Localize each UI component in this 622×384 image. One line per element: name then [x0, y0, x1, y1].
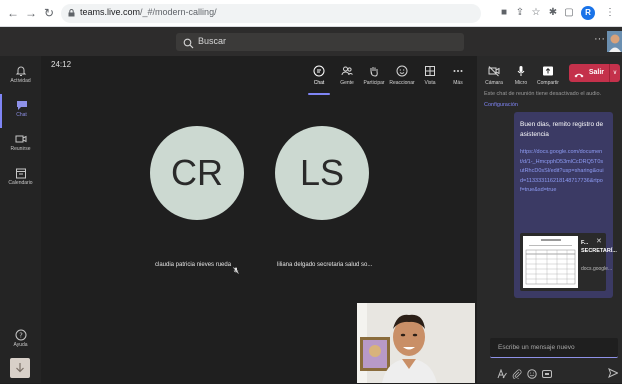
app-rail: Actividad Chat Reunirse Calendario ? Ayu… — [0, 56, 41, 383]
chat-notice: Este chat de reunión tiene desactivado e… — [484, 91, 602, 97]
message-link[interactable]: https://docs.google.com/document/d/1-_Hm… — [520, 148, 604, 196]
react-button[interactable]: Reaccionar — [388, 64, 416, 86]
browser-menu-icon[interactable]: ⋮ — [603, 6, 617, 20]
rail-item-label: Reunirse — [10, 146, 31, 152]
view-button[interactable]: Vista — [416, 64, 444, 86]
bell-icon — [15, 64, 27, 76]
camera-off-icon — [488, 64, 500, 77]
self-video-preview — [357, 303, 475, 383]
url-path: /_#/modern-calling/ — [140, 7, 217, 17]
help-icon: ? — [15, 328, 27, 341]
rail-item-calendar[interactable]: Calendario — [0, 162, 41, 196]
rail-item-chat[interactable]: Chat — [0, 94, 41, 128]
control-label: Más — [453, 80, 463, 86]
grid-icon — [424, 64, 436, 76]
address-bar[interactable]: teams.live.com/_#/modern-calling/ — [61, 4, 481, 23]
svg-text:?: ? — [19, 332, 23, 340]
control-label: Cámara — [485, 80, 503, 86]
leave-options-button[interactable]: ∨ — [609, 64, 620, 82]
format-icon[interactable] — [497, 366, 507, 379]
control-label: Participar — [363, 80, 385, 86]
rail-item-meet[interactable]: Reunirse — [0, 128, 41, 162]
rail-item-label: Chat — [16, 112, 27, 118]
people-icon — [341, 64, 353, 76]
chat-icon — [16, 98, 28, 110]
send-icon[interactable] — [608, 365, 619, 378]
participant-name: liliana delgado secretaria salud so... — [277, 262, 373, 268]
lock-icon — [68, 9, 75, 17]
message-text: Buen dias, remito registro de asistencia — [520, 121, 604, 138]
message-compose-input[interactable]: Escribe un mensaje nuevo — [490, 338, 618, 358]
control-label: Vista — [424, 80, 436, 86]
reload-icon[interactable]: ↻ — [42, 6, 56, 20]
download-app-icon[interactable] — [10, 358, 30, 378]
call-timer: 24:12 — [51, 60, 72, 69]
search-icon — [183, 36, 194, 49]
chat-panel: Cámara Micro Compartir Salir ∨ Este chat… — [477, 56, 622, 383]
profile-avatar[interactable]: R — [581, 6, 595, 20]
attach-icon[interactable] — [512, 366, 522, 380]
share-screen-icon — [542, 64, 554, 76]
chevron-down-icon: ∨ — [612, 70, 618, 76]
user-avatar[interactable] — [607, 31, 622, 52]
share-screen-button[interactable]: Compartir — [535, 64, 561, 86]
attachment-source: docs.google... — [581, 266, 613, 272]
emoji-icon[interactable] — [527, 366, 537, 379]
rail-item-label: Calendario — [8, 180, 33, 186]
more-options-icon[interactable]: ··· — [594, 33, 605, 45]
control-label: Micro — [514, 80, 528, 86]
control-label: Chat — [313, 80, 325, 86]
microphone-icon — [515, 64, 527, 76]
teams-header: Buscar ··· — [0, 27, 622, 56]
back-arrow-icon[interactable]: ← — [6, 6, 20, 20]
mic-muted-icon — [233, 261, 239, 274]
calendar-icon — [15, 166, 27, 179]
participant-name: claudia patricia nieves rueda — [155, 262, 232, 268]
rail-item-label: Ayuda — [13, 342, 28, 348]
hang-up-icon — [574, 69, 584, 78]
more-button[interactable]: Más — [444, 64, 472, 86]
chat-toggle-button[interactable]: Chat — [305, 64, 333, 86]
settings-link[interactable]: Configuración — [484, 102, 518, 108]
chat-message: Buen dias, remito registro de asistencia… — [514, 112, 617, 298]
forward-arrow-icon[interactable]: → — [24, 6, 38, 20]
rail-item-help[interactable]: ? Ayuda — [0, 324, 41, 358]
rail-item-activity[interactable]: Actividad — [0, 60, 41, 94]
bookmark-star-icon[interactable]: ☆ — [529, 6, 543, 20]
leave-label: Salir — [588, 69, 604, 76]
camera-blocked-icon[interactable]: ■ — [497, 6, 511, 20]
share-icon[interactable]: ⇪ — [513, 6, 527, 20]
close-icon[interactable]: ✕ — [596, 237, 602, 245]
compose-placeholder: Escribe un mensaje nuevo — [498, 344, 575, 351]
participant-avatar: LS — [275, 126, 369, 220]
smile-icon — [396, 64, 408, 77]
control-label: Compartir — [537, 80, 559, 86]
video-icon — [15, 132, 27, 144]
gif-icon[interactable] — [542, 366, 552, 378]
more-icon — [452, 64, 464, 76]
search-input[interactable]: Buscar — [176, 33, 464, 51]
active-tab-indicator — [308, 93, 330, 95]
extensions-icon[interactable]: ✱ — [546, 6, 560, 20]
raise-hand-button[interactable]: Participar — [360, 64, 388, 86]
leave-button[interactable]: Salir — [569, 64, 609, 82]
participant-avatar: CR — [150, 126, 244, 220]
chat-icon — [313, 64, 325, 77]
search-placeholder: Buscar — [198, 36, 227, 46]
url-host: teams.live.com — [80, 7, 141, 17]
hand-icon — [368, 64, 380, 77]
control-label: Gente — [340, 80, 354, 86]
link-preview-card[interactable]: F... SECRETARÍ... ✕ docs.google... — [520, 233, 617, 291]
control-label: Reaccionar — [389, 80, 415, 86]
people-button[interactable]: Gente — [333, 64, 361, 86]
mic-button[interactable]: Micro — [508, 64, 534, 86]
camera-button[interactable]: Cámara — [481, 64, 507, 86]
sidepanel-icon[interactable]: ▢ — [562, 6, 576, 20]
rail-item-label: Actividad — [10, 78, 31, 84]
browser-toolbar: ← → ↻ teams.live.com/_#/modern-calling/ … — [0, 0, 622, 27]
document-thumbnail — [523, 236, 578, 288]
